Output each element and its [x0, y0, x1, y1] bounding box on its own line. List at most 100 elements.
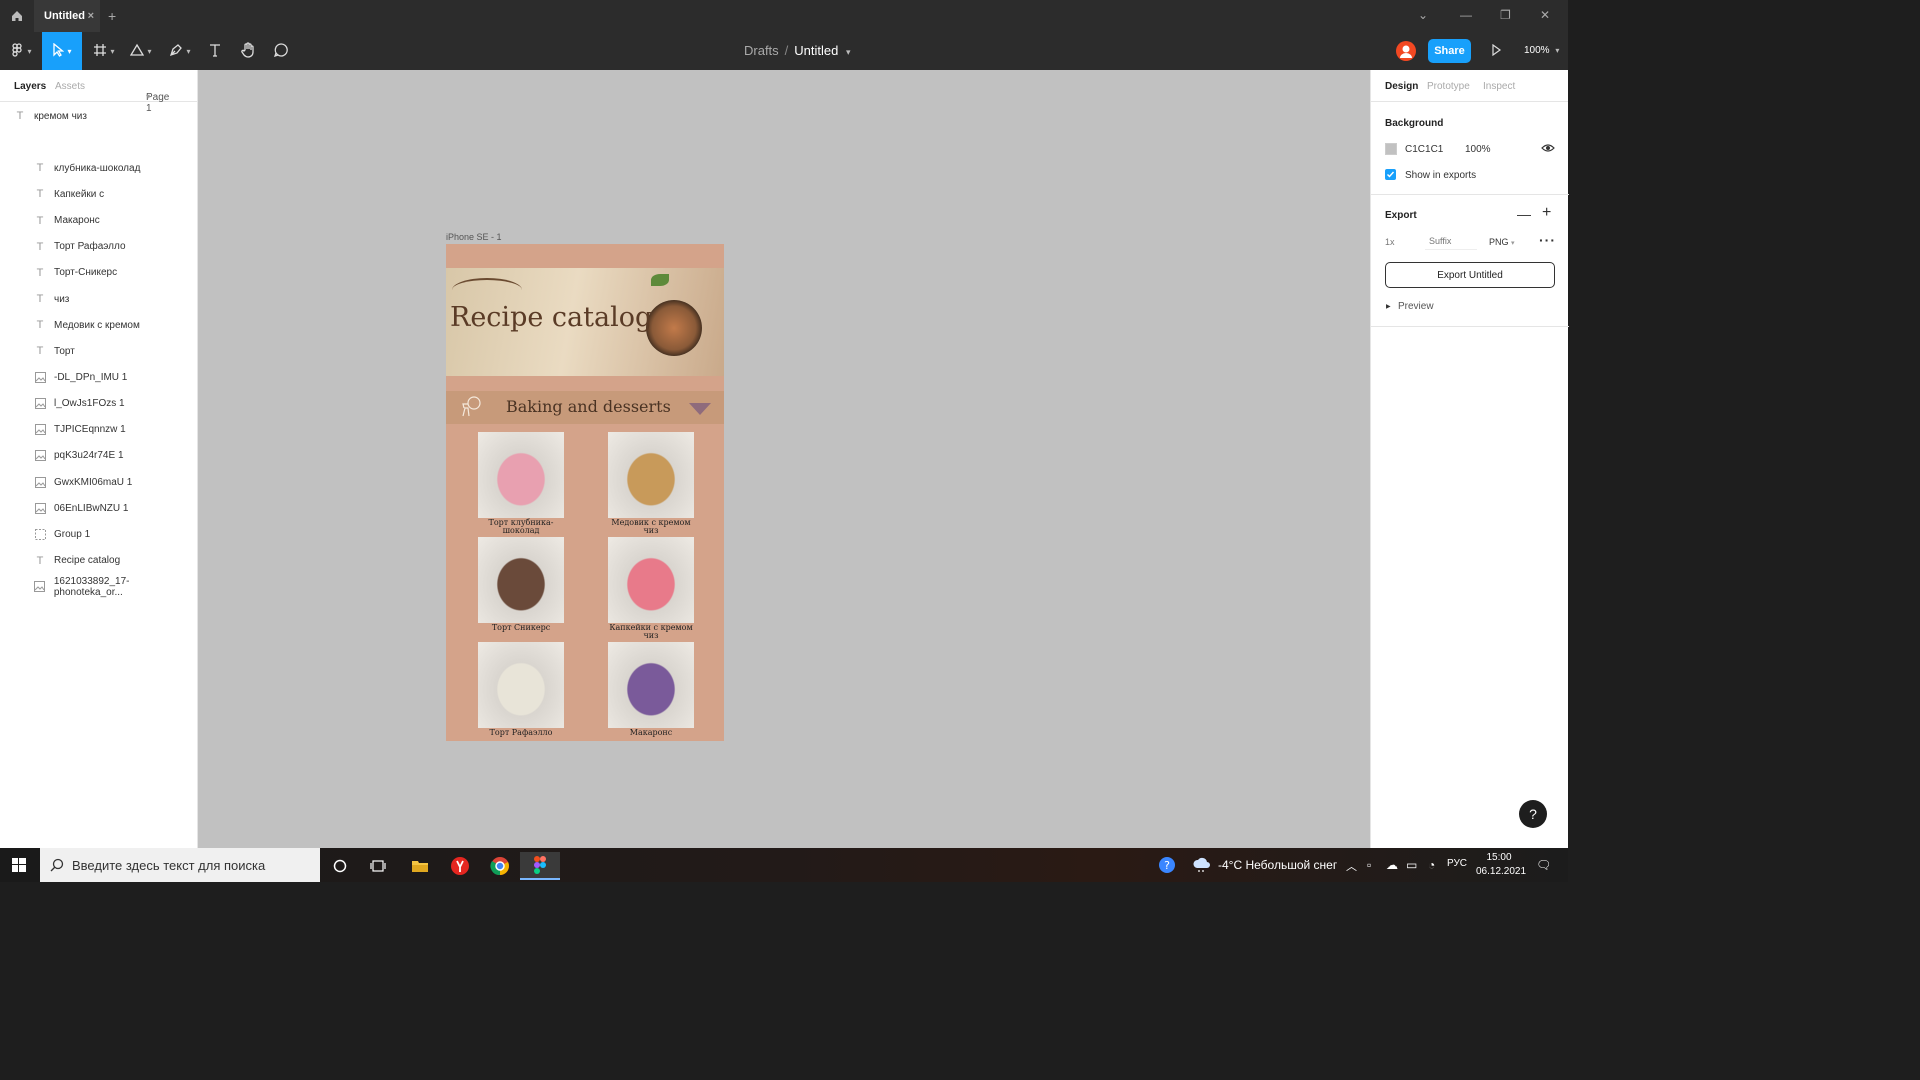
- zoom-level[interactable]: 100% ▾: [1524, 45, 1559, 56]
- export-scale-select[interactable]: 1x: [1385, 237, 1395, 247]
- chrome-icon[interactable]: [480, 852, 520, 880]
- show-in-exports-checkbox[interactable]: [1385, 169, 1396, 180]
- display-icon[interactable]: ▭: [1406, 858, 1417, 872]
- layer-item[interactable]: T Медовик с кремом: [0, 312, 197, 338]
- tab-design[interactable]: Design: [1385, 81, 1418, 92]
- hero-title[interactable]: Recipe catalog: [450, 302, 652, 333]
- recipe-caption[interactable]: Торт клубника-шоколад: [478, 519, 564, 535]
- chevron-down-icon[interactable]: ⌄: [1418, 8, 1428, 22]
- windows-start-icon[interactable]: [12, 858, 26, 875]
- frame-tool-button[interactable]: ▾: [88, 32, 120, 70]
- help-button[interactable]: ?: [1519, 800, 1547, 828]
- recipe-card[interactable]: Торт клубника-шоколад: [478, 432, 564, 535]
- tab-assets[interactable]: Assets: [55, 81, 85, 92]
- layer-item[interactable]: l_OwJs1FOzs 1: [0, 391, 197, 417]
- tab-prototype[interactable]: Prototype: [1427, 81, 1470, 92]
- layer-item[interactable]: T Торт-Сникерс: [0, 260, 197, 286]
- tray-apps-icon[interactable]: ▫: [1367, 858, 1371, 872]
- layer-item[interactable]: pqK3u24r74E 1: [0, 443, 197, 469]
- iphone-frame[interactable]: Recipe catalog Baking and desserts Торт …: [446, 244, 724, 741]
- layer-item[interactable]: T Торт: [0, 338, 197, 364]
- move-tool-button[interactable]: ▾: [42, 32, 82, 70]
- section-banner[interactable]: Baking and desserts: [446, 391, 724, 424]
- tray-chevron-icon[interactable]: ︿: [1346, 858, 1357, 874]
- figma-app-icon[interactable]: [520, 852, 560, 880]
- pen-tool-button[interactable]: ▾: [164, 32, 196, 70]
- hero-image[interactable]: Recipe catalog: [446, 268, 724, 376]
- layer-item[interactable]: TJPICEqnnzw 1: [0, 417, 197, 443]
- recipe-card[interactable]: Макаронс: [608, 642, 694, 737]
- recipe-photo[interactable]: [478, 537, 564, 623]
- close-window-icon[interactable]: ✕: [1540, 8, 1550, 22]
- recipe-card[interactable]: Торт Рафаэлло: [478, 642, 564, 737]
- layer-item[interactable]: 1621033892_17-phonoteka_or...: [0, 574, 197, 600]
- recipe-caption[interactable]: Медовик с кремом чиз: [608, 519, 694, 535]
- background-hex-input[interactable]: C1C1C1: [1405, 144, 1443, 155]
- main-menu-button[interactable]: ▾: [6, 32, 38, 70]
- preview-toggle[interactable]: Preview: [1398, 301, 1434, 312]
- text-tool-button[interactable]: [202, 32, 228, 70]
- export-format-select[interactable]: PNG ▾: [1489, 237, 1515, 247]
- taskbar-clock[interactable]: 15:00 06.12.2021: [1476, 851, 1526, 879]
- weather-text[interactable]: -4°C Небольшой снег: [1218, 858, 1337, 872]
- layer-item[interactable]: -DL_DPn_IMU 1: [0, 365, 197, 391]
- notifications-icon[interactable]: 🗨: [1536, 858, 1551, 872]
- new-tab-button[interactable]: +: [108, 8, 116, 24]
- recipe-photo[interactable]: [608, 642, 694, 728]
- yandex-browser-icon[interactable]: [440, 852, 480, 880]
- background-color-swatch[interactable]: [1385, 143, 1397, 155]
- close-tab-icon[interactable]: ×: [88, 10, 94, 22]
- breadcrumb-drafts[interactable]: Drafts: [744, 43, 779, 58]
- minimize-icon[interactable]: —: [1460, 8, 1472, 22]
- recipe-photo[interactable]: [608, 537, 694, 623]
- layer-item[interactable]: GwxKMI06maU 1: [0, 469, 197, 495]
- hand-tool-button[interactable]: [234, 32, 262, 70]
- layer-item[interactable]: Tклубника-шоколад: [0, 155, 197, 181]
- recipe-caption[interactable]: Макаронс: [608, 729, 694, 737]
- recipe-caption[interactable]: Торт Рафаэлло: [478, 729, 564, 737]
- layer-item[interactable]: Tкремом чиз: [0, 103, 197, 129]
- add-export-button[interactable]: +: [1542, 204, 1551, 222]
- frame-label[interactable]: iPhone SE - 1: [446, 232, 502, 242]
- task-view-icon[interactable]: [358, 852, 398, 880]
- recipe-caption[interactable]: Капкейки с кремом чиз: [608, 624, 694, 640]
- help-tray-icon[interactable]: ?: [1158, 856, 1176, 877]
- layer-item[interactable]: 06EnLIBwNZU 1: [0, 495, 197, 521]
- present-play-icon[interactable]: [1490, 43, 1502, 59]
- network-icon[interactable]: ◔: [1428, 858, 1435, 872]
- home-icon[interactable]: [10, 9, 24, 23]
- share-button[interactable]: Share: [1428, 39, 1471, 63]
- recipe-card[interactable]: Медовик с кремом чиз: [608, 432, 694, 535]
- recipe-photo[interactable]: [478, 642, 564, 728]
- recipe-photo[interactable]: [478, 432, 564, 518]
- weather-snow-icon[interactable]: [1192, 857, 1212, 876]
- comment-tool-button[interactable]: [268, 32, 294, 70]
- file-explorer-icon[interactable]: [400, 852, 440, 880]
- canvas[interactable]: iPhone SE - 1 Recipe catalog Baking and …: [198, 70, 1370, 848]
- layer-item[interactable]: T Торт Рафаэлло: [0, 234, 197, 260]
- shape-tool-button[interactable]: ▾: [124, 32, 158, 70]
- export-suffix-input[interactable]: [1425, 232, 1477, 250]
- recipe-caption[interactable]: Торт Сникерс: [478, 624, 564, 632]
- export-options-icon[interactable]: ···: [1539, 232, 1556, 248]
- preview-disclosure-icon[interactable]: ▶: [1386, 303, 1391, 310]
- recipe-card[interactable]: Торт Сникерс: [478, 537, 564, 632]
- dropdown-triangle-icon[interactable]: [689, 403, 711, 415]
- language-indicator[interactable]: РУС: [1447, 858, 1467, 869]
- file-name[interactable]: Untitled: [794, 43, 838, 58]
- onedrive-icon[interactable]: ☁: [1386, 858, 1398, 872]
- layer-item[interactable]: Tчиз: [0, 286, 197, 312]
- file-tab[interactable]: Untitled ×: [34, 0, 100, 32]
- layer-item[interactable]: Group 1: [0, 521, 197, 547]
- banner-title[interactable]: Baking and desserts: [506, 397, 671, 416]
- file-menu-chevron-icon[interactable]: ▾: [846, 47, 851, 57]
- recipe-photo[interactable]: [608, 432, 694, 518]
- restore-icon[interactable]: ❐: [1500, 8, 1511, 22]
- tab-inspect[interactable]: Inspect: [1483, 81, 1515, 92]
- taskbar-search[interactable]: Введите здесь текст для поиска: [40, 848, 320, 882]
- tab-layers[interactable]: Layers: [14, 81, 46, 92]
- avatar[interactable]: [1396, 41, 1416, 61]
- layer-item[interactable]: T Recipe catalog: [0, 548, 197, 574]
- recipe-card[interactable]: Капкейки с кремом чиз: [608, 537, 694, 640]
- layer-item[interactable]: T Капкейки с: [0, 181, 197, 207]
